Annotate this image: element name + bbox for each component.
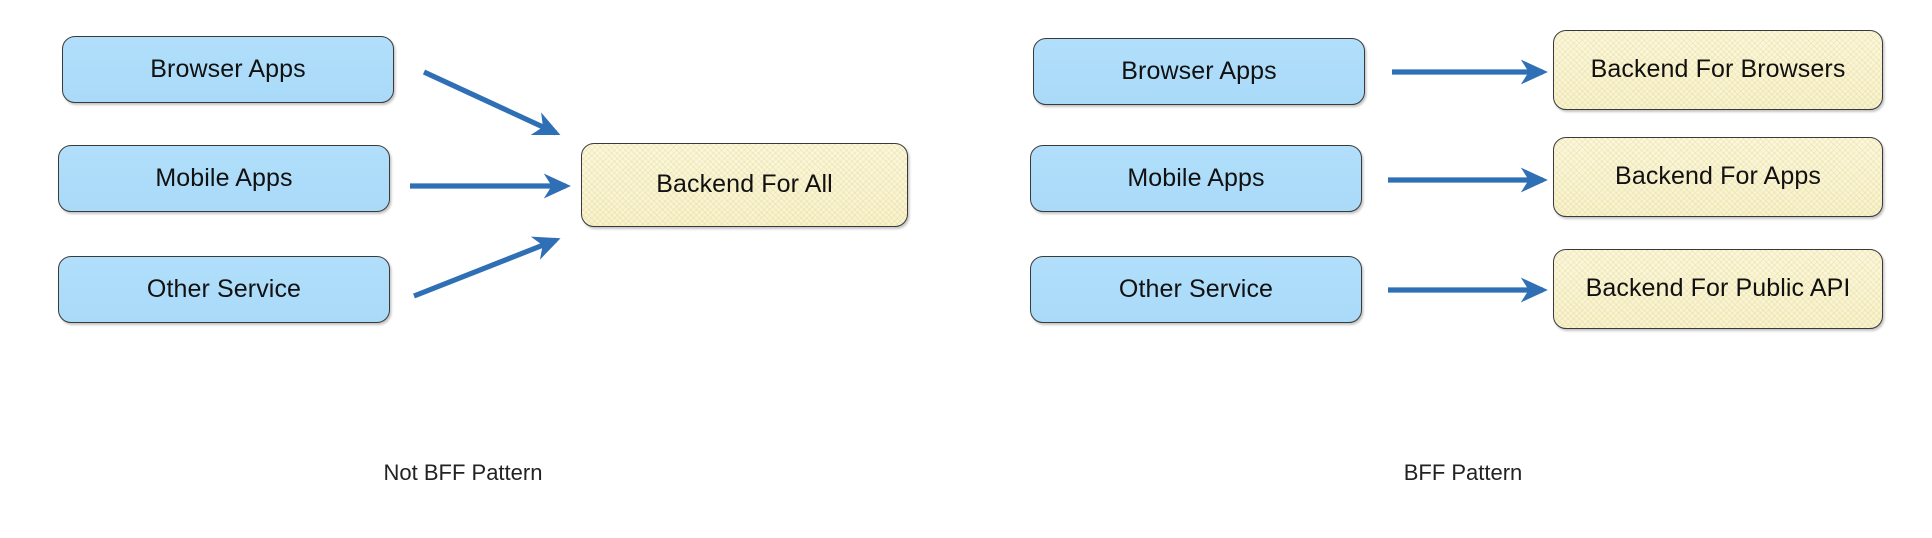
node-label: Backend For Browsers xyxy=(1590,55,1846,84)
node-backend-for-all[interactable]: Backend For All xyxy=(581,143,908,227)
node-browser-apps-left[interactable]: Browser Apps xyxy=(62,36,394,103)
caption-not-bff-pattern: Not BFF Pattern xyxy=(383,460,543,485)
node-backend-for-browsers[interactable]: Backend For Browsers xyxy=(1553,30,1883,110)
node-mobile-apps-right[interactable]: Mobile Apps xyxy=(1030,145,1362,212)
arrow-browser-apps-to-backend-for-all xyxy=(422,69,561,136)
node-backend-for-apps[interactable]: Backend For Apps xyxy=(1553,137,1883,217)
node-label: Mobile Apps xyxy=(1127,163,1265,192)
node-backend-for-public-api[interactable]: Backend For Public API xyxy=(1553,249,1883,329)
node-other-service-left[interactable]: Other Service xyxy=(58,256,390,323)
node-label: Backend For Public API xyxy=(1585,274,1851,303)
node-label: Browser Apps xyxy=(150,54,306,83)
node-mobile-apps-left[interactable]: Mobile Apps xyxy=(58,145,390,212)
node-label: Browser Apps xyxy=(1121,56,1277,85)
arrow-other-service-to-backend-for-all xyxy=(413,236,561,299)
node-label: Mobile Apps xyxy=(155,163,293,192)
node-label: Other Service xyxy=(1118,274,1274,303)
node-label: Backend For Apps xyxy=(1615,162,1821,191)
node-browser-apps-right[interactable]: Browser Apps xyxy=(1033,38,1365,105)
caption-bff-pattern: BFF Pattern xyxy=(1403,460,1523,485)
node-label: Backend For All xyxy=(656,170,833,199)
diagram-canvas: Browser Apps Mobile Apps Other Service B… xyxy=(0,0,1932,538)
node-other-service-right[interactable]: Other Service xyxy=(1030,256,1362,323)
node-label: Other Service xyxy=(146,274,302,303)
